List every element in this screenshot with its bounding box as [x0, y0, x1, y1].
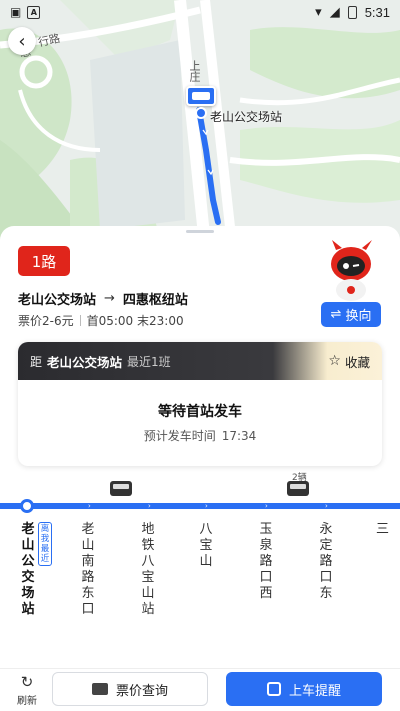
station-current[interactable]: 老山公交场站	[18, 522, 38, 618]
station-item[interactable]: 玉泉路口西	[256, 522, 276, 602]
route-to: 四惠枢纽站	[122, 293, 188, 308]
boarding-alert-button[interactable]: 上车提醒	[226, 672, 382, 706]
route-track	[0, 503, 400, 509]
bus-stop-marker[interactable]	[186, 86, 216, 106]
divider	[79, 315, 81, 326]
bus-icon	[192, 92, 210, 100]
signal-icon: ◢	[329, 4, 340, 20]
fare-text: 票价2-6元	[18, 314, 74, 328]
station-item[interactable]: 老山南路东口	[78, 522, 98, 618]
track-arrow-icon: ›	[325, 502, 328, 510]
app-notification-icon: A	[27, 5, 41, 19]
bus-position-icon[interactable]	[287, 481, 309, 496]
station-item[interactable]: 地铁八宝山站	[138, 522, 158, 618]
arrival-card-header: 距 老山公交场站 最近1班 ☆ 收藏	[18, 342, 382, 380]
fare-query-label: 票价查询	[115, 683, 168, 699]
route-info: 票价2-6元 首05:00 末23:00	[18, 312, 184, 329]
route-direction: 老山公交场站 → 四惠枢纽站	[18, 289, 188, 308]
departure-label: 预计发车时间	[143, 429, 216, 443]
station-item[interactable]: 三…	[376, 522, 390, 538]
map-view[interactable]: ▣ A ▾ ◢ 5:31 ‹ 慈 行路 上庄 老山公交场站	[0, 0, 400, 245]
bus-count: 2辆	[292, 473, 307, 483]
bus-position-icon[interactable]	[110, 481, 132, 496]
refresh-label: 刷新	[17, 696, 37, 707]
recent-bus-text: 最近1班	[127, 354, 171, 369]
favorite-label: 收藏	[344, 354, 370, 370]
service-hours: 首05:00 末23:00	[86, 314, 184, 328]
current-stop-name: 老山公交场站	[47, 354, 123, 370]
notification-icon: ▣	[10, 5, 22, 19]
favorite-button[interactable]: ☆ 收藏	[328, 352, 370, 371]
departure-time: 预计发车时间 17:34	[18, 427, 382, 444]
wifi-icon: ▾	[315, 4, 322, 20]
departure-time-value: 17:34	[221, 429, 257, 443]
refresh-icon: ↻	[20, 673, 34, 691]
track-arrow-icon: ›	[148, 502, 151, 510]
track-arrow-icon: ›	[205, 502, 208, 510]
station-item[interactable]: 八宝山	[196, 522, 216, 570]
bus-icon	[266, 682, 281, 696]
wait-status-title: 等待首站发车	[158, 404, 242, 420]
status-bar: ▣ A ▾ ◢ 5:31	[0, 0, 400, 24]
distance-prefix: 距	[30, 354, 43, 369]
nearest-tag: 离我最近	[38, 522, 52, 566]
boarding-alert-label: 上车提醒	[288, 683, 341, 699]
map-stop-label: 老山公交场站	[210, 110, 283, 124]
route-badge: 1路	[18, 246, 70, 276]
map-canvas	[0, 0, 400, 245]
refresh-button[interactable]: ↻ 刷新	[14, 674, 40, 707]
drag-handle[interactable]	[186, 230, 214, 233]
swap-icon: ⇌	[330, 307, 342, 322]
track-arrow-icon: ›	[88, 502, 91, 510]
road-label: 上庄	[188, 60, 201, 82]
ticket-icon	[91, 683, 108, 695]
back-button[interactable]: ‹	[8, 27, 36, 55]
clock: 5:31	[364, 4, 390, 20]
station-item[interactable]: 永定路口东	[316, 522, 336, 602]
current-stop-dot	[20, 499, 34, 513]
back-arrow-icon: ‹	[18, 30, 26, 52]
fare-query-button[interactable]: 票价查询	[52, 672, 208, 706]
track-arrow-icon: ›	[265, 502, 268, 510]
location-dot	[195, 107, 207, 119]
route-sheet: 1路 老山公交场站 → 四惠枢纽站 票价2-6元 首05:00 末23:00 ⇌…	[0, 226, 400, 711]
swap-label: 换向	[345, 309, 372, 324]
swap-direction-button[interactable]: ⇌ 换向	[321, 302, 381, 327]
mascot-icon	[331, 240, 372, 301]
battery-icon	[347, 5, 357, 19]
arrival-card: 距 老山公交场站 最近1班 ☆ 收藏 等待首站发车 预计发车时间 17:34	[18, 342, 382, 466]
direction-arrow: →	[104, 291, 115, 306]
star-icon: ☆	[328, 353, 341, 369]
route-from: 老山公交场站	[18, 293, 97, 308]
